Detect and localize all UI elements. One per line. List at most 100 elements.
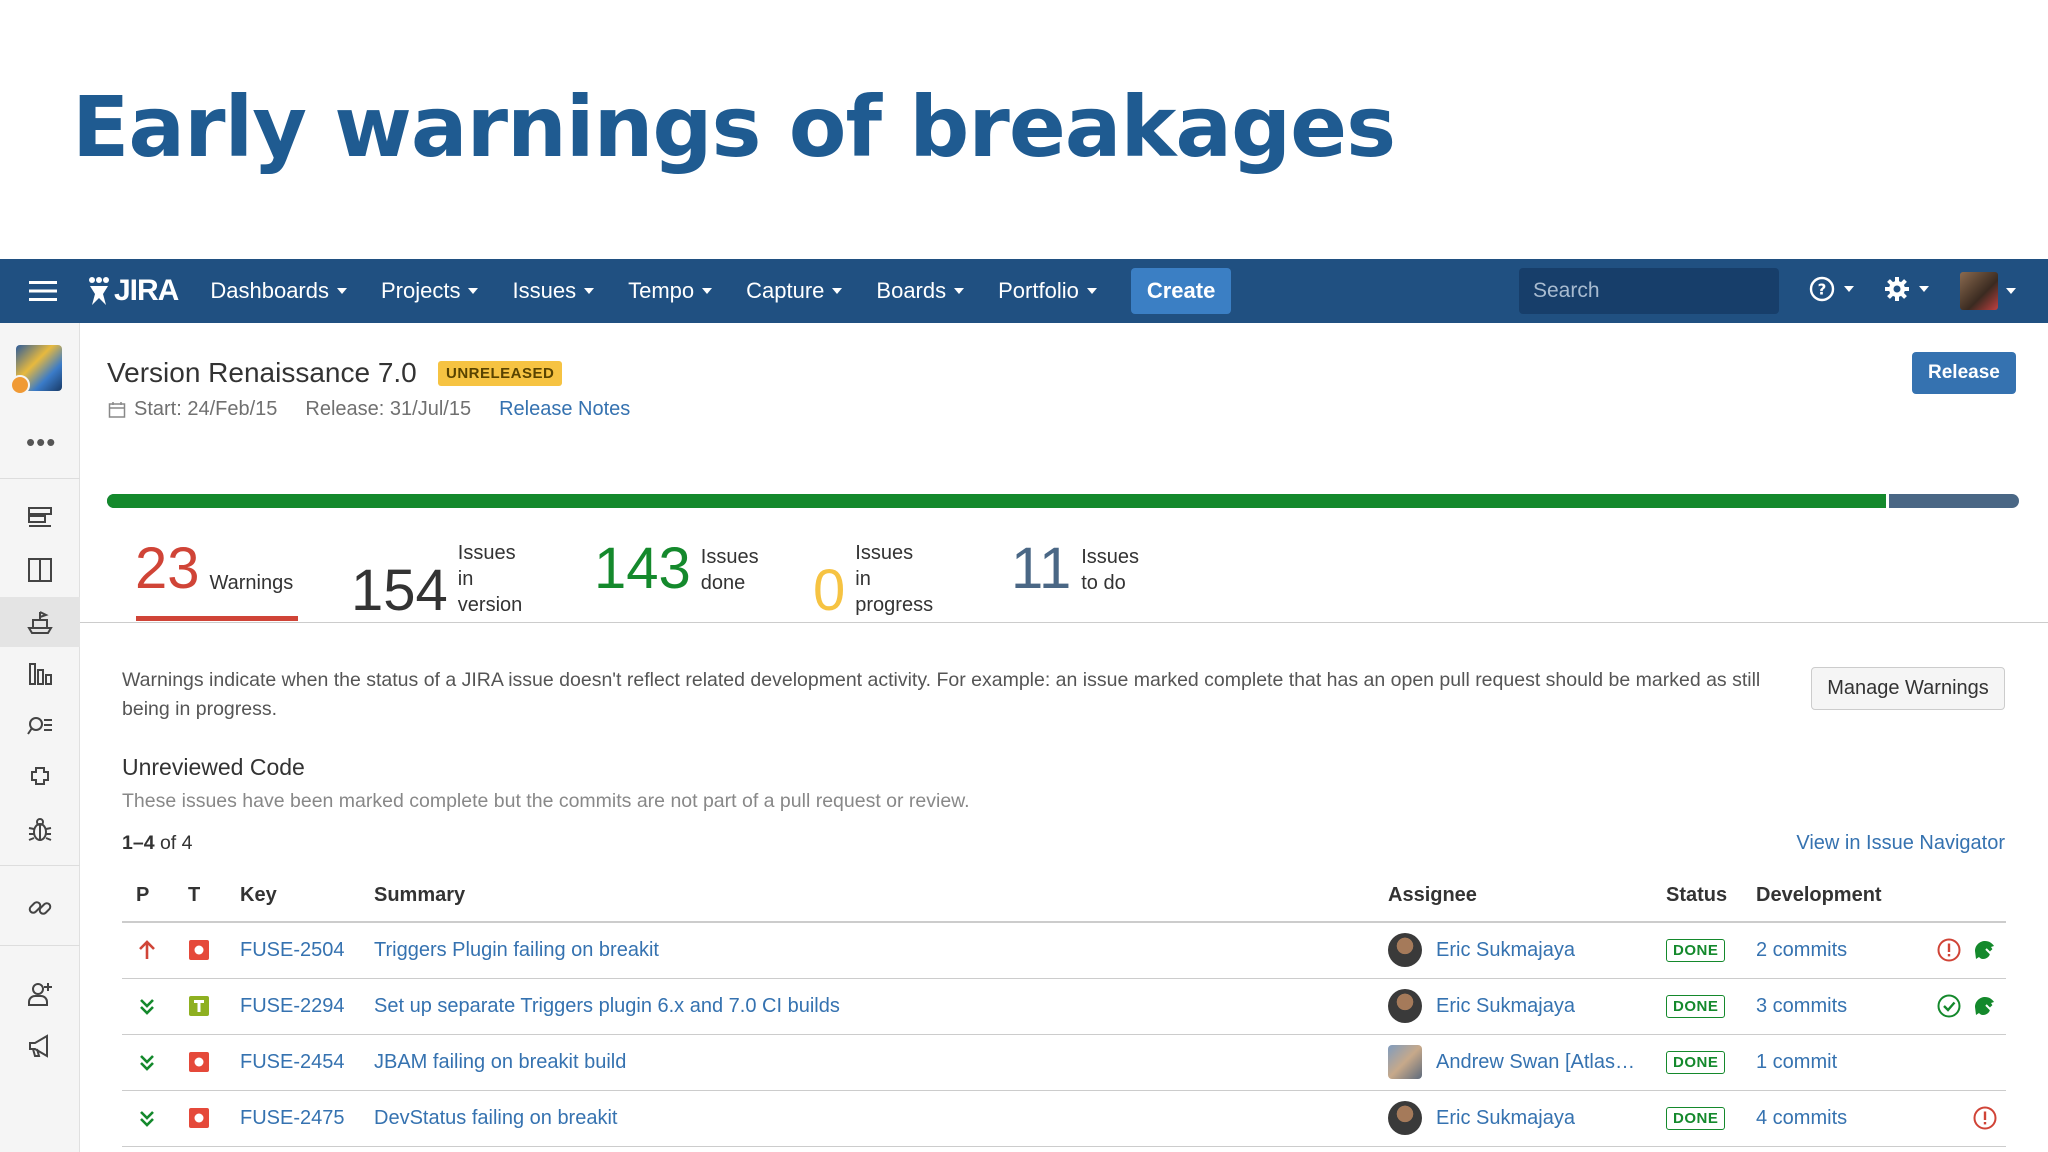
- stat-issues-to-do[interactable]: 11 Issues to do: [1011, 540, 1139, 598]
- reports-icon[interactable]: [0, 649, 80, 699]
- issues-table: P T Key Summary Assignee Status Developm…: [122, 870, 2006, 1147]
- nav-projects[interactable]: Projects: [381, 278, 479, 304]
- nav-boards[interactable]: Boards: [876, 278, 965, 304]
- stat-issues-in-version[interactable]: 154 Issues in version: [351, 540, 522, 620]
- release-notes-link[interactable]: Release Notes: [499, 398, 630, 421]
- commits-link[interactable]: 2 commits: [1756, 939, 1847, 962]
- search-input[interactable]: [1533, 279, 1804, 303]
- issue-key-link[interactable]: FUSE-2294: [240, 995, 345, 1017]
- issue-summary-link[interactable]: JBAM failing on breakit build: [374, 1051, 626, 1073]
- header-status[interactable]: Status: [1652, 870, 1742, 923]
- version-title: Version Renaissance 7.0: [107, 357, 417, 388]
- header-key[interactable]: Key: [226, 870, 360, 923]
- issue-summary-link[interactable]: Triggers Plugin failing on breakit: [374, 939, 659, 961]
- header-summary[interactable]: Summary: [360, 870, 1374, 923]
- chevron-down-icon: [702, 288, 713, 294]
- issues-done-label: Issues done: [701, 544, 759, 596]
- warning-icon[interactable]: [1972, 1105, 1998, 1131]
- result-total: of 4: [154, 832, 193, 854]
- issues-done-label-line2: done: [700, 572, 746, 594]
- highest-priority-icon: [136, 939, 174, 961]
- chevron-down-icon: [1919, 286, 1929, 292]
- stat-issues-in-progress[interactable]: 0 Issues in progress: [813, 540, 933, 620]
- menu-icon[interactable]: [0, 259, 86, 323]
- issues-in-progress-label-line1: Issues: [855, 542, 914, 564]
- table-row[interactable]: FUSE-2504 Triggers Plugin failing on brea…: [122, 922, 2006, 979]
- status-lozenge: DONE: [1666, 939, 1726, 963]
- table-row[interactable]: FUSE-2454 JBAM failing on breakit build An…: [122, 1034, 2006, 1091]
- assignee-avatar: [1388, 933, 1422, 968]
- nav-portfolio[interactable]: Portfolio: [998, 278, 1097, 304]
- link-icon[interactable]: [0, 883, 80, 933]
- stat-warnings[interactable]: 23 Warnings: [135, 540, 293, 598]
- components-icon[interactable]: [0, 753, 80, 803]
- create-button[interactable]: Create: [1130, 268, 1232, 314]
- gear-icon: [1885, 277, 1909, 301]
- status-lozenge: DONE: [1666, 1051, 1726, 1074]
- stat-issues-done[interactable]: 143 Issues done: [594, 540, 759, 598]
- nav-tempo-label: Tempo: [628, 278, 695, 303]
- sidebar-divider: [0, 865, 80, 866]
- user-menu[interactable]: [1960, 272, 2016, 310]
- header-development[interactable]: Development: [1742, 870, 2006, 923]
- settings-menu[interactable]: [1883, 275, 1929, 303]
- help-menu[interactable]: ?: [1808, 275, 1854, 303]
- nav-tempo[interactable]: Tempo: [628, 278, 713, 304]
- low-priority-icon: [136, 1107, 174, 1129]
- assignee-link[interactable]: Eric Sukmajaya: [1436, 995, 1575, 1018]
- header-assignee[interactable]: Assignee: [1374, 870, 1652, 923]
- commits-link[interactable]: 3 commits: [1756, 995, 1847, 1018]
- commits-link[interactable]: 1 commit: [1756, 1051, 1837, 1074]
- header-type[interactable]: T: [174, 870, 226, 923]
- table-row[interactable]: FUSE-2294 Set up separate Triggers plugin…: [122, 978, 2006, 1035]
- issues-to-do-count: 11: [1011, 536, 1072, 601]
- release-button[interactable]: Release: [1912, 352, 2016, 394]
- svg-text:?: ?: [1818, 281, 1827, 299]
- releases-icon[interactable]: [0, 597, 80, 647]
- assignee-link[interactable]: Andrew Swan [Atlas…: [1436, 1051, 1635, 1074]
- unreleased-badge: UNRELEASED: [438, 361, 563, 386]
- manage-warnings-button[interactable]: Manage Warnings: [1811, 667, 2005, 710]
- chevron-down-icon: [337, 288, 347, 294]
- issue-key-link[interactable]: FUSE-2454: [240, 1051, 345, 1073]
- assignee-avatar: [1388, 989, 1422, 1023]
- header-priority[interactable]: P: [122, 870, 174, 923]
- commits-link[interactable]: 4 commits: [1756, 1107, 1847, 1130]
- add-user-icon[interactable]: [0, 969, 80, 1019]
- issues-in-progress-label-line2: in progress: [855, 568, 934, 616]
- chevron-down-icon: [2006, 288, 2016, 294]
- build-status-icon[interactable]: [1972, 937, 1998, 963]
- assignee-link[interactable]: Eric Sukmajaya: [1436, 1107, 1575, 1130]
- view-in-issue-navigator-link[interactable]: View in Issue Navigator: [1796, 832, 2005, 855]
- build-status-icon[interactable]: [1972, 993, 1998, 1019]
- issue-summary-link[interactable]: DevStatus failing on breakit: [374, 1107, 617, 1129]
- warnings-count: 23: [135, 536, 200, 601]
- development-status-icons: [1936, 937, 1998, 963]
- table-row[interactable]: FUSE-2475 DevStatus failing on breakit Eri…: [122, 1090, 2006, 1147]
- chevron-down-icon: [954, 288, 965, 294]
- low-priority-icon: [136, 995, 174, 1017]
- board-icon[interactable]: [0, 545, 80, 595]
- section-title: Unreviewed Code: [122, 754, 305, 780]
- help-icon: ?: [1809, 276, 1835, 302]
- nav-issues-label: Issues: [512, 278, 577, 303]
- nav-dashboards[interactable]: Dashboards: [210, 278, 347, 304]
- backlog-icon[interactable]: [0, 493, 80, 543]
- assignee-link[interactable]: Eric Sukmajaya: [1436, 939, 1575, 962]
- issue-summary-link[interactable]: Set up separate Triggers plugin 6.x and …: [374, 995, 840, 1017]
- status-lozenge: DONE: [1666, 995, 1726, 1018]
- chevron-down-icon: [1844, 286, 1854, 292]
- issue-search-icon[interactable]: [0, 701, 80, 751]
- jira-logo[interactable]: JIRA: [86, 274, 179, 308]
- bug-icon[interactable]: [0, 805, 80, 855]
- issue-key-link[interactable]: FUSE-2504: [240, 939, 345, 961]
- announcement-icon[interactable]: [0, 1021, 80, 1071]
- issue-key-link[interactable]: FUSE-2475: [240, 1107, 345, 1129]
- warning-icon[interactable]: [1936, 937, 1962, 963]
- nav-issues[interactable]: Issues: [512, 278, 595, 304]
- calendar-icon: [108, 401, 126, 418]
- nav-capture-label: Capture: [746, 278, 825, 303]
- check-circle-icon[interactable]: [1936, 993, 1962, 1019]
- more-icon[interactable]: •••: [26, 427, 56, 458]
- nav-capture[interactable]: Capture: [746, 278, 843, 304]
